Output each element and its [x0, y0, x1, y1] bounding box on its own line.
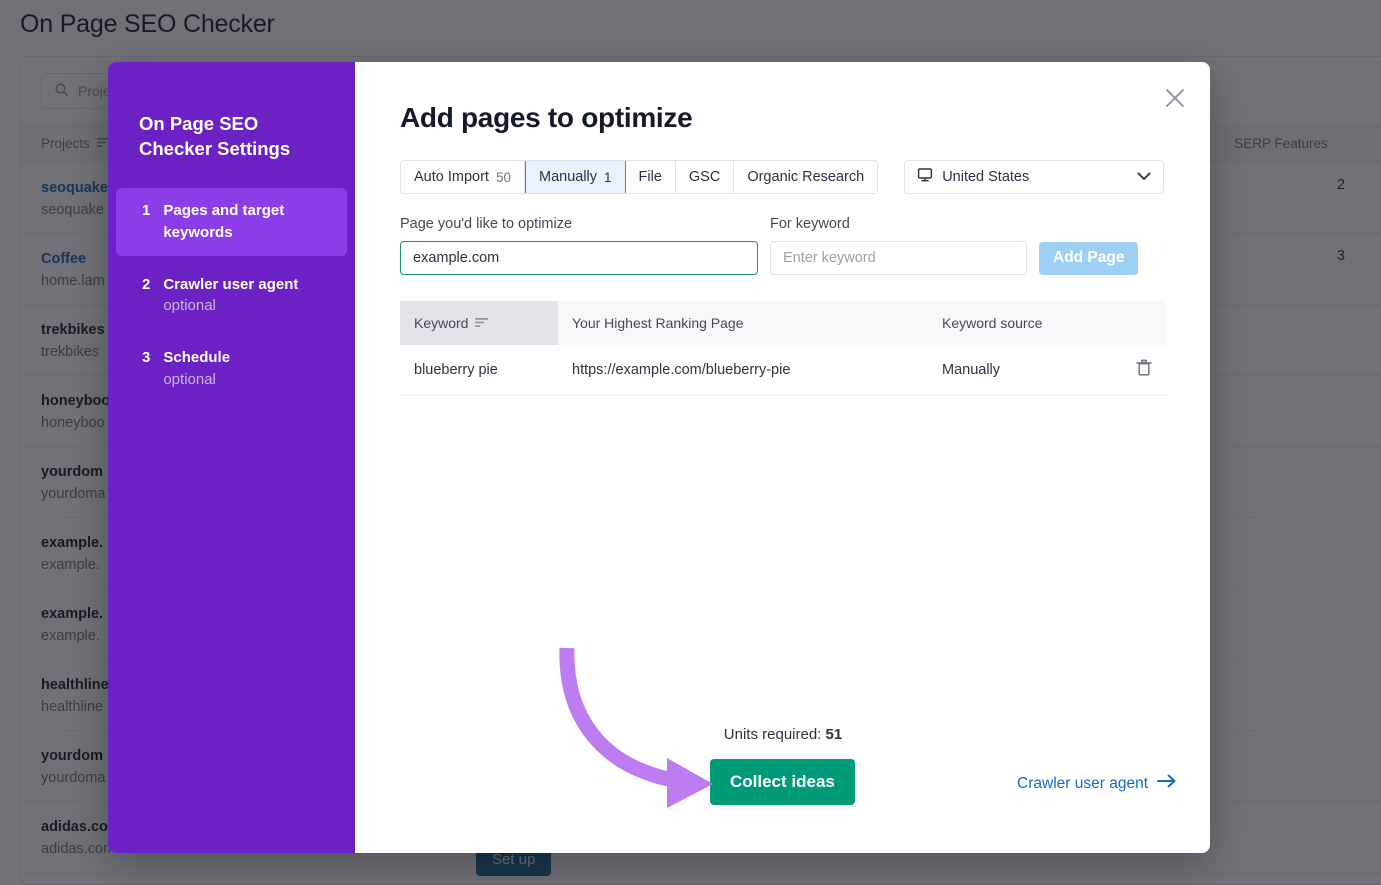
- step-optional-note: optional: [163, 369, 230, 391]
- table-header-row: Keyword Your Highest Ranking Page K: [400, 301, 1166, 345]
- tab-gsc[interactable]: GSC: [676, 161, 734, 193]
- tab-manually[interactable]: Manually 1: [525, 160, 626, 194]
- collect-ideas-button[interactable]: Collect ideas: [710, 759, 855, 805]
- footer-actions: Collect ideas Crawler user agent: [400, 759, 1166, 805]
- tab-label: File: [639, 169, 662, 185]
- step-label: Schedule: [163, 347, 230, 369]
- page-url-input[interactable]: [400, 241, 758, 275]
- table-row: blueberry piehttps://example.com/blueber…: [400, 345, 1166, 395]
- tab-organic-research[interactable]: Organic Research: [734, 161, 877, 193]
- sidebar-steps: 1 Pages and target keywords 2 Crawler user …: [108, 188, 355, 403]
- close-icon[interactable]: [1157, 80, 1193, 116]
- modal-body: Add pages to optimize Auto Import 50 Manua…: [355, 62, 1210, 853]
- form-labels: Page you'd like to optimize For keyword: [400, 216, 1166, 232]
- step-label: Pages and target keywords: [163, 200, 331, 244]
- crawler-user-agent-link[interactable]: Crawler user agent: [1017, 774, 1176, 793]
- step-number: 3: [142, 347, 150, 391]
- column-header-keyword[interactable]: Keyword: [400, 301, 558, 345]
- keyword-input[interactable]: [770, 241, 1027, 275]
- tab-label: Organic Research: [747, 169, 864, 185]
- keyword-field-label: For keyword: [770, 216, 850, 232]
- modal-toolbar: Auto Import 50 Manually 1 File GSC Organic Res…: [400, 160, 1166, 194]
- tab-file[interactable]: File: [626, 161, 676, 193]
- tab-label: Auto Import: [414, 169, 489, 185]
- units-label: Units required:: [724, 726, 822, 743]
- column-header-actions: [1118, 301, 1166, 345]
- column-header-keyword-source[interactable]: Keyword source: [928, 301, 1118, 345]
- tab-auto-import[interactable]: Auto Import 50: [401, 161, 525, 193]
- step-number: 1: [142, 200, 150, 244]
- arrow-right-icon: [1157, 774, 1176, 793]
- trash-icon[interactable]: [1136, 365, 1152, 381]
- column-header-highest-ranking-page[interactable]: Your Highest Ranking Page: [558, 301, 928, 345]
- step-optional-note: optional: [163, 295, 298, 317]
- cell-keyword-source: Manually: [928, 345, 1118, 395]
- units-required: Units required: 51: [400, 726, 1166, 743]
- form-row: Add Page: [400, 241, 1166, 275]
- add-page-button[interactable]: Add Page: [1039, 242, 1138, 275]
- location-value: United States: [942, 169, 1029, 185]
- sidebar-title: On Page SEO Checker Settings: [108, 112, 355, 161]
- sidebar-step-3[interactable]: 3 Scheduleoptional: [116, 335, 347, 403]
- cell-highest-ranking-page: https://example.com/blueberry-pie: [558, 345, 928, 395]
- crawler-link-label: Crawler user agent: [1017, 775, 1148, 793]
- units-value: 51: [826, 726, 843, 743]
- url-field-label: Page you'd like to optimize: [400, 216, 770, 232]
- location-select[interactable]: United States: [904, 160, 1164, 194]
- monitor-icon: [917, 167, 933, 187]
- modal-sidebar: On Page SEO Checker Settings 1 Pages and …: [108, 62, 355, 853]
- tab-count: 50: [496, 170, 511, 185]
- keywords-table: Keyword Your Highest Ranking Page K: [400, 301, 1166, 396]
- step-label: Crawler user agent: [163, 274, 298, 296]
- keywords-table-body: blueberry piehttps://example.com/blueber…: [400, 345, 1166, 395]
- chevron-down-icon: [1137, 169, 1151, 185]
- tab-label: Manually: [539, 169, 597, 185]
- sort-icon: [475, 315, 488, 331]
- tab-count: 1: [604, 170, 612, 185]
- sidebar-step-1[interactable]: 1 Pages and target keywords: [116, 188, 347, 256]
- tab-label: GSC: [689, 169, 720, 185]
- cell-keyword: blueberry pie: [400, 345, 558, 395]
- step-number: 2: [142, 274, 150, 318]
- cell-actions: [1118, 345, 1166, 395]
- modal-heading: Add pages to optimize: [400, 102, 1166, 134]
- keywords-table-head: Keyword Your Highest Ranking Page K: [400, 301, 1166, 345]
- settings-modal: On Page SEO Checker Settings 1 Pages and …: [108, 62, 1210, 853]
- modal-footer: Units required: 51 Collect ideas Crawler…: [400, 726, 1166, 805]
- sidebar-step-2[interactable]: 2 Crawler user agentoptional: [116, 262, 347, 330]
- import-source-tabs: Auto Import 50 Manually 1 File GSC Organic Res…: [400, 160, 878, 194]
